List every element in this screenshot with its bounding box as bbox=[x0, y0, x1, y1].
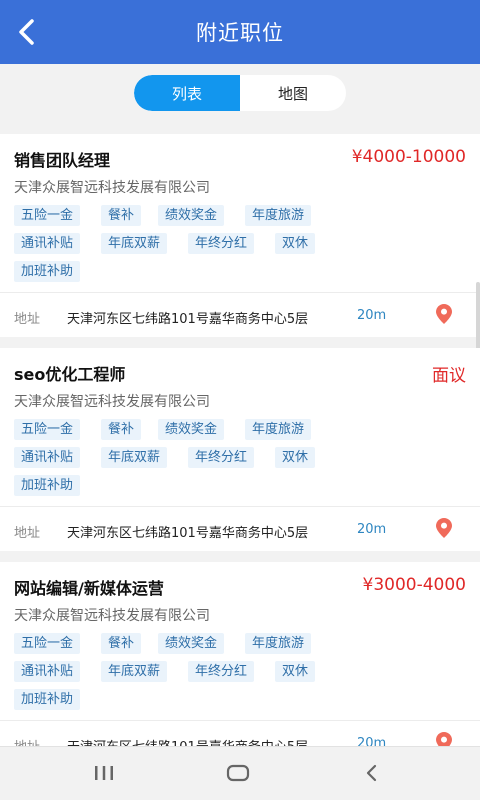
address-label: 地址 bbox=[14, 526, 41, 541]
tab-list[interactable]: 列表 bbox=[134, 75, 240, 111]
company-name: 天津众展智远科技发展有限公司 bbox=[14, 608, 210, 624]
job-address: 天津河东区七纬路101号嘉华商务中心5层 bbox=[67, 312, 309, 327]
system-nav-bar bbox=[0, 746, 480, 800]
job-card[interactable]: 网站编辑/新媒体运营 ¥3000-4000 天津众展智远科技发展有限公司 五险一… bbox=[0, 562, 480, 746]
company-name: 天津众展智远科技发展有限公司 bbox=[14, 394, 210, 410]
recents-icon[interactable] bbox=[86, 759, 122, 787]
location-pin-icon[interactable] bbox=[436, 518, 452, 538]
benefit-tag: 年度旅游 bbox=[245, 205, 312, 226]
benefit-tag: 通讯补贴 bbox=[14, 447, 81, 468]
benefit-tag: 五险一金 bbox=[14, 419, 81, 440]
home-icon[interactable] bbox=[220, 759, 256, 787]
benefit-tag: 绩效奖金 bbox=[158, 419, 225, 440]
benefit-tag: 加班补助 bbox=[14, 689, 81, 710]
back-arrow-icon[interactable] bbox=[14, 16, 42, 48]
job-salary: ¥3000-4000 bbox=[362, 575, 466, 595]
benefit-tag: 双休 bbox=[275, 447, 316, 468]
job-card[interactable]: seo优化工程师 面议 天津众展智远科技发展有限公司 五险一金 餐补 绩效奖金 … bbox=[0, 348, 480, 551]
divider bbox=[0, 292, 480, 293]
benefit-tag: 年度旅游 bbox=[245, 419, 312, 440]
benefit-tag: 五险一金 bbox=[14, 633, 81, 654]
job-address: 天津河东区七纬路101号嘉华商务中心5层 bbox=[67, 736, 308, 746]
location-pin-icon[interactable] bbox=[436, 304, 452, 324]
benefit-tag: 通讯补贴 bbox=[14, 661, 81, 682]
job-salary: 面议 bbox=[432, 366, 466, 386]
job-distance: 20m bbox=[357, 308, 387, 323]
benefit-tag: 年终分红 bbox=[188, 447, 255, 468]
benefit-tag: 五险一金 bbox=[14, 205, 81, 226]
benefit-tag: 年底双薪 bbox=[101, 447, 168, 468]
benefit-tag: 餐补 bbox=[101, 419, 142, 440]
job-title: seo优化工程师 bbox=[14, 365, 126, 384]
job-title: 销售团队经理 bbox=[14, 151, 111, 170]
benefit-tag: 绩效奖金 bbox=[158, 205, 225, 226]
address-label: 地址 bbox=[14, 312, 41, 327]
benefit-tag: 双休 bbox=[275, 233, 316, 254]
benefit-tag: 双休 bbox=[275, 661, 316, 682]
tab-map[interactable]: 地图 bbox=[240, 75, 346, 111]
job-list[interactable]: 销售团队经理 ¥4000-10000 天津众展智远科技发展有限公司 五险一金 餐… bbox=[0, 134, 480, 746]
nav-back-icon[interactable] bbox=[354, 759, 390, 787]
job-title: 网站编辑/新媒体运营 bbox=[14, 579, 164, 598]
benefit-tag: 年底双薪 bbox=[101, 233, 168, 254]
benefit-tag: 年底双薪 bbox=[101, 661, 168, 682]
benefit-tag: 绩效奖金 bbox=[158, 633, 225, 654]
job-card[interactable]: 销售团队经理 ¥4000-10000 天津众展智远科技发展有限公司 五险一金 餐… bbox=[0, 134, 480, 504]
job-distance: 20m bbox=[357, 736, 387, 746]
benefit-tag: 餐补 bbox=[101, 205, 142, 226]
benefit-tag: 年度旅游 bbox=[245, 633, 312, 654]
view-switcher-bar: 列表 地图 bbox=[0, 64, 480, 132]
view-switcher: 列表 地图 bbox=[134, 75, 346, 111]
job-address: 天津河东区七纬路101号嘉华商务中心5层 bbox=[67, 526, 309, 541]
benefit-tag: 加班补助 bbox=[14, 261, 81, 282]
page-title: 附近职位 bbox=[196, 21, 284, 45]
benefit-tag: 年终分红 bbox=[188, 233, 255, 254]
benefit-tag: 年终分红 bbox=[188, 661, 255, 682]
benefit-tag: 通讯补贴 bbox=[14, 233, 81, 254]
divider bbox=[0, 506, 480, 507]
divider bbox=[0, 720, 480, 721]
company-name: 天津众展智远科技发展有限公司 bbox=[14, 180, 210, 196]
benefit-tag: 餐补 bbox=[101, 633, 142, 654]
app-header: 附近职位 bbox=[0, 0, 480, 64]
benefit-tag: 加班补助 bbox=[14, 475, 81, 496]
job-distance: 20m bbox=[357, 522, 387, 537]
location-pin-icon[interactable] bbox=[436, 732, 452, 746]
address-label: 地址 bbox=[14, 736, 40, 746]
job-salary: ¥4000-10000 bbox=[351, 147, 466, 167]
